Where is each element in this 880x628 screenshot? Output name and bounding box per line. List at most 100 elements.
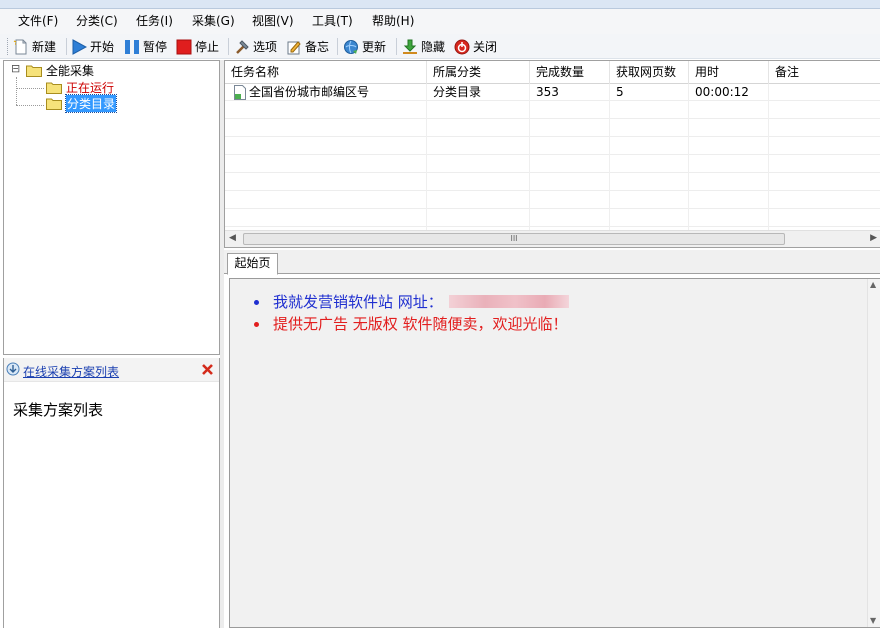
list-item: 我就发营销软件站 网址： — [254, 291, 569, 313]
hammer-icon — [234, 39, 250, 55]
site-line-text: 我就发营销软件站 网址： — [273, 293, 443, 311]
empty-row — [225, 192, 880, 209]
column-done-count[interactable]: 完成数量 — [530, 61, 610, 84]
hide-button-label: 隐藏 — [421, 40, 446, 54]
stop-button[interactable]: 停止 — [176, 37, 219, 56]
empty-row — [225, 102, 880, 119]
toolbar-grip[interactable] — [7, 38, 9, 55]
download-hide-icon — [402, 39, 418, 55]
memo-icon — [286, 39, 302, 55]
tree-root-label: 全能采集 — [46, 63, 95, 78]
scroll-right-arrow-icon[interactable]: ▶ — [870, 233, 877, 243]
toolbar-separator — [228, 38, 229, 55]
start-page-list: 我就发营销软件站 网址： 提供无广告 无版权 软件随便卖，欢迎光临！ — [254, 291, 569, 335]
tree-line — [16, 88, 44, 89]
tree-item-running[interactable]: 正在运行 — [46, 79, 114, 95]
menu-category[interactable]: 分类(C) — [76, 13, 118, 30]
tree-item-running-label: 正在运行 — [66, 80, 115, 95]
online-scheme-header: 在线采集方案列表 — [4, 358, 219, 382]
folder-icon — [46, 81, 62, 94]
update-button[interactable]: 更新 — [343, 37, 386, 56]
task-category-cell: 分类目录 — [427, 84, 530, 101]
empty-row — [225, 174, 880, 191]
horizontal-scrollbar[interactable]: ◀ III ▶ — [225, 230, 880, 247]
category-tree: ⊟ 全能采集 正在运行 分类目录 — [3, 60, 220, 355]
column-category[interactable]: 所属分类 — [427, 61, 530, 84]
table-row[interactable]: 全国省份城市邮编区号 分类目录 353 5 00:00:12 — [225, 84, 880, 101]
table-header: 任务名称 所属分类 完成数量 获取网页数 用时 备注 — [225, 61, 880, 84]
pause-icon — [124, 39, 140, 55]
power-close-icon — [454, 39, 470, 55]
toolbar-separator — [66, 38, 67, 55]
start-button[interactable]: 开始 — [71, 37, 114, 56]
tree-item-category-dir[interactable]: 分类目录 — [46, 93, 118, 113]
tab-start-page[interactable]: 起始页 — [227, 253, 278, 275]
close-x-icon[interactable] — [201, 363, 214, 376]
menu-tools[interactable]: 工具(T) — [312, 13, 353, 30]
options-button-label: 选项 — [253, 40, 278, 54]
pause-button-label: 暂停 — [143, 40, 168, 54]
memo-button[interactable]: 备忘 — [286, 37, 329, 56]
task-time-cell: 00:00:12 — [689, 84, 769, 101]
column-task-name[interactable]: 任务名称 — [225, 61, 427, 84]
tree-line — [16, 105, 44, 106]
stop-button-label: 停止 — [195, 40, 220, 54]
task-document-icon — [233, 85, 247, 100]
column-divider — [688, 84, 689, 232]
scroll-thumb[interactable]: III — [243, 233, 785, 245]
window-title-strip — [0, 0, 880, 9]
tree-line — [16, 77, 17, 105]
close-button[interactable]: 关闭 — [454, 37, 497, 56]
new-button-label: 新建 — [32, 40, 57, 54]
memo-button-label: 备忘 — [305, 40, 330, 54]
menu-help[interactable]: 帮助(H) — [372, 13, 414, 30]
column-divider — [609, 84, 610, 232]
toolbar-separator — [337, 38, 338, 55]
task-name-cell: 全国省份城市邮编区号 — [225, 84, 427, 101]
scheme-list-text: 采集方案列表 — [13, 401, 104, 419]
new-document-icon — [13, 39, 29, 55]
online-scheme-panel: 在线采集方案列表 采集方案列表 — [3, 358, 220, 628]
task-pages-cell: 5 — [610, 84, 689, 101]
globe-refresh-icon — [343, 39, 359, 55]
empty-row — [225, 156, 880, 173]
online-scheme-link[interactable]: 在线采集方案列表 — [23, 363, 119, 380]
pause-button[interactable]: 暂停 — [124, 37, 167, 56]
hide-button[interactable]: 隐藏 — [402, 37, 445, 56]
column-pages[interactable]: 获取网页数 — [610, 61, 689, 84]
download-arrow-icon — [6, 362, 20, 376]
task-name-text: 全国省份城市邮编区号 — [249, 85, 370, 99]
folder-icon — [46, 97, 62, 110]
tree-item-category-dir-label: 分类目录 — [64, 93, 118, 113]
list-item: 提供无广告 无版权 软件随便卖，欢迎光临！ — [254, 313, 569, 335]
empty-row — [225, 138, 880, 155]
tree-root-node[interactable]: 全能采集 — [26, 62, 94, 78]
toolbar-separator — [396, 38, 397, 55]
bullet-icon — [254, 322, 259, 327]
options-button[interactable]: 选项 — [234, 37, 277, 56]
empty-row — [225, 120, 880, 137]
column-time[interactable]: 用时 — [689, 61, 769, 84]
column-note[interactable]: 备注 — [769, 61, 880, 84]
column-divider — [426, 84, 427, 232]
update-button-label: 更新 — [362, 40, 387, 54]
blurred-url — [448, 295, 569, 308]
stop-icon — [176, 39, 192, 55]
menu-bar: 文件(F) 分类(C) 任务(I) 采集(G) 视图(V) 工具(T) 帮助(H… — [0, 9, 880, 34]
new-button[interactable]: 新建 — [13, 37, 56, 56]
tree-collapse-toggle[interactable]: ⊟ — [11, 62, 20, 76]
start-button-label: 开始 — [90, 40, 115, 54]
scroll-up-arrow-icon[interactable]: ▲ — [870, 280, 876, 289]
menu-view[interactable]: 视图(V) — [252, 13, 294, 30]
start-page-view: 我就发营销软件站 网址： 提供无广告 无版权 软件随便卖，欢迎光临！ ▲ ▼ — [229, 278, 880, 628]
vertical-scrollbar[interactable]: ▲ ▼ — [867, 279, 880, 627]
close-button-label: 关闭 — [473, 40, 498, 54]
task-note-cell — [769, 84, 880, 101]
menu-task[interactable]: 任务(I) — [136, 13, 173, 30]
menu-file[interactable]: 文件(F) — [18, 13, 58, 30]
scroll-down-arrow-icon[interactable]: ▼ — [870, 616, 876, 625]
menu-collect[interactable]: 采集(G) — [192, 13, 235, 30]
column-divider — [529, 84, 530, 232]
scroll-left-arrow-icon[interactable]: ◀ — [229, 233, 236, 243]
bullet-icon — [254, 300, 259, 305]
